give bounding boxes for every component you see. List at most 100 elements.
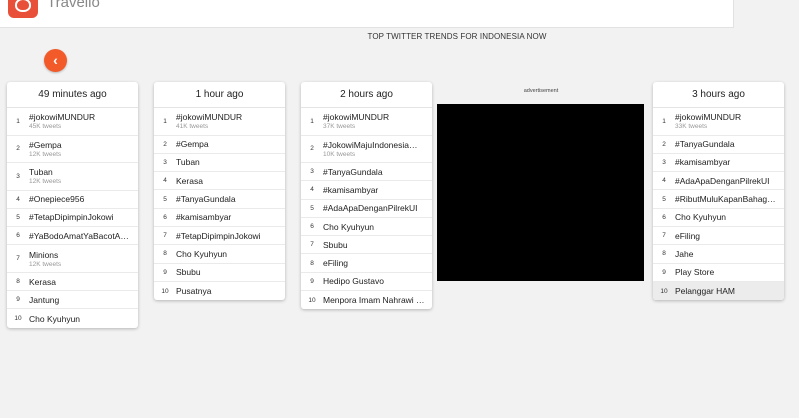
trend-text: Tuban 12K tweets: [29, 167, 132, 185]
chevron-left-icon: ‹: [53, 51, 58, 68]
trend-text: Cho Kyuhyun: [675, 212, 778, 222]
trend-item[interactable]: 2 #Gempa 12K tweets: [7, 136, 138, 163]
trend-item[interactable]: 9 Hedipo Gustavo: [301, 273, 432, 292]
trend-text: #YaBodoAmatYaBacotA…: [29, 231, 132, 241]
trend-name: #jokowiMUNDUR: [675, 112, 742, 123]
trend-item[interactable]: 1 #jokowiMUNDUR 37K tweets: [301, 108, 432, 136]
trend-rank: 7: [662, 232, 666, 240]
trend-name: #AdaApaDenganPilrekUI: [675, 175, 770, 186]
trend-item[interactable]: 10 Pelanggar HAM: [653, 281, 784, 301]
trend-item[interactable]: 7 Minions 12K tweets: [7, 245, 138, 273]
trend-item[interactable]: 1 #jokowiMUNDUR 41K tweets: [154, 108, 285, 136]
trend-text: Hedipo Gustavo: [323, 276, 426, 286]
trend-tweet-count: 33K tweets: [675, 123, 708, 131]
trend-item[interactable]: 6 Cho Kyuhyun: [301, 218, 432, 237]
trend-item[interactable]: 6 #kamisambyar: [154, 209, 285, 227]
trend-name: Jahe: [675, 248, 694, 259]
trend-column-time: 1 hour ago: [154, 82, 285, 108]
trend-rank: 3: [16, 172, 20, 180]
trend-item[interactable]: 8 Cho Kyuhyun: [154, 245, 285, 264]
trend-name: Sbubu: [323, 239, 348, 250]
trend-rank: 10: [161, 287, 169, 295]
trend-rank: 7: [163, 232, 167, 240]
trend-item[interactable]: 5 #TetapDipimpinJokowi: [7, 209, 138, 228]
trend-item[interactable]: 9 Play Store: [653, 264, 784, 282]
trend-item[interactable]: 3 #kamisambyar: [653, 154, 784, 173]
trend-item[interactable]: 9 Sbubu: [154, 264, 285, 282]
trend-name: Cho Kyuhyun: [176, 248, 228, 259]
lion-logo-icon[interactable]: [8, 0, 38, 18]
trend-name: #kamisambyar: [176, 212, 232, 223]
trend-name: #JokowiMajuIndonesia…: [323, 139, 418, 150]
trend-item[interactable]: 8 Kerasa: [7, 273, 138, 292]
trend-column-3: 2 hours ago 1 #jokowiMUNDUR 37K tweets 2 #Jok…: [301, 82, 432, 310]
trend-item[interactable]: 6 #YaBodoAmatYaBacotA…: [7, 227, 138, 246]
trend-text: Jahe: [675, 249, 778, 259]
trend-item[interactable]: 5 #TanyaGundala: [154, 190, 285, 209]
trend-text: Kerasa: [176, 176, 279, 186]
trend-tweet-count: 12K tweets: [29, 178, 62, 186]
trend-rank: 5: [16, 213, 20, 221]
trend-item[interactable]: 4 #AdaApaDenganPilrekUI: [653, 172, 784, 191]
trend-name: #Onepiece956: [29, 194, 85, 205]
trend-rank: 5: [310, 204, 314, 212]
trend-item[interactable]: 7 #TetapDipimpinJokowi: [154, 227, 285, 246]
trend-item[interactable]: 7 eFiling: [653, 227, 784, 246]
trend-rank: 5: [662, 195, 666, 203]
trend-text: #TetapDipimpinJokowi: [29, 212, 132, 222]
back-button[interactable]: ‹: [44, 49, 67, 72]
advertisement-banner[interactable]: [437, 104, 644, 281]
trend-item[interactable]: 5 #AdaApaDenganPilrekUI: [301, 200, 432, 218]
trend-item[interactable]: 3 Tuban: [154, 154, 285, 173]
trend-item[interactable]: 3 #TanyaGundala: [301, 163, 432, 182]
trend-text: Tuban: [176, 157, 279, 167]
trend-rank: 4: [163, 177, 167, 185]
trend-item[interactable]: 4 Kerasa: [154, 172, 285, 191]
trend-name: #TanyaGundala: [675, 139, 735, 150]
trend-name: Jantung: [29, 294, 60, 305]
trend-item[interactable]: 1 #jokowiMUNDUR 33K tweets: [653, 108, 784, 136]
trend-item[interactable]: 9 Jantung: [7, 291, 138, 310]
trend-rank: 3: [310, 168, 314, 176]
trend-text: #kamisambyar: [323, 185, 426, 195]
trend-item[interactable]: 3 Tuban 12K tweets: [7, 163, 138, 191]
trend-rank: 6: [310, 223, 314, 231]
trend-text: Minions 12K tweets: [29, 250, 132, 268]
trend-item[interactable]: 4 #kamisambyar: [301, 181, 432, 200]
trend-name: Kerasa: [176, 175, 203, 186]
trend-item[interactable]: 10 Menpora Imam Nahrawi …: [301, 291, 432, 309]
trend-item[interactable]: 4 #Onepiece956: [7, 191, 138, 209]
trend-rank: 9: [310, 277, 314, 285]
trend-name: Hedipo Gustavo: [323, 276, 384, 287]
trend-text: #AdaApaDenganPilrekUI: [675, 176, 778, 186]
trend-text: #TanyaGundala: [176, 194, 279, 204]
trend-rank: 7: [310, 241, 314, 249]
trend-item[interactable]: 2 #JokowiMajuIndonesia… 10K tweets: [301, 136, 432, 163]
advertisement-label: advertisement: [523, 88, 559, 94]
trend-item[interactable]: 10 Cho Kyuhyun: [7, 309, 138, 327]
trend-item[interactable]: 1 #jokowiMUNDUR 45K tweets: [7, 108, 138, 136]
trend-name: Cho Kyuhyun: [323, 221, 375, 232]
trend-text: Sbubu: [176, 267, 279, 277]
trend-item[interactable]: 6 Cho Kyuhyun: [653, 209, 784, 227]
page-title: TOP TWITTER TRENDS FOR INDONESIA NOW: [367, 32, 547, 41]
trend-name: #YaBodoAmatYaBacotA…: [29, 230, 129, 241]
trend-name: #Gempa: [29, 139, 62, 150]
trend-name: Tuban: [29, 167, 53, 178]
trend-rank: 3: [163, 158, 167, 166]
trend-name: #RibutMuluKapanBahag…: [675, 194, 776, 205]
trend-item[interactable]: 2 #TanyaGundala: [653, 136, 784, 154]
trend-column-2: 1 hour ago 1 #jokowiMUNDUR 41K tweets 2 #Gemp…: [154, 82, 285, 301]
trend-rank: 6: [163, 213, 167, 221]
trend-item[interactable]: 8 Jahe: [653, 245, 784, 264]
trend-item[interactable]: 2 #Gempa: [154, 136, 285, 154]
trend-text: #jokowiMUNDUR 45K tweets: [29, 112, 132, 130]
trend-item[interactable]: 8 eFiling: [301, 254, 432, 273]
trend-name: #jokowiMUNDUR: [176, 112, 243, 123]
trend-item[interactable]: 10 Pusatnya: [154, 282, 285, 300]
trend-item[interactable]: 5 #RibutMuluKapanBahag…: [653, 190, 784, 209]
trend-rank: 4: [16, 195, 20, 203]
trend-rank: 9: [16, 296, 20, 304]
trend-name: Kerasa: [29, 276, 56, 287]
trend-item[interactable]: 7 Sbubu: [301, 236, 432, 255]
